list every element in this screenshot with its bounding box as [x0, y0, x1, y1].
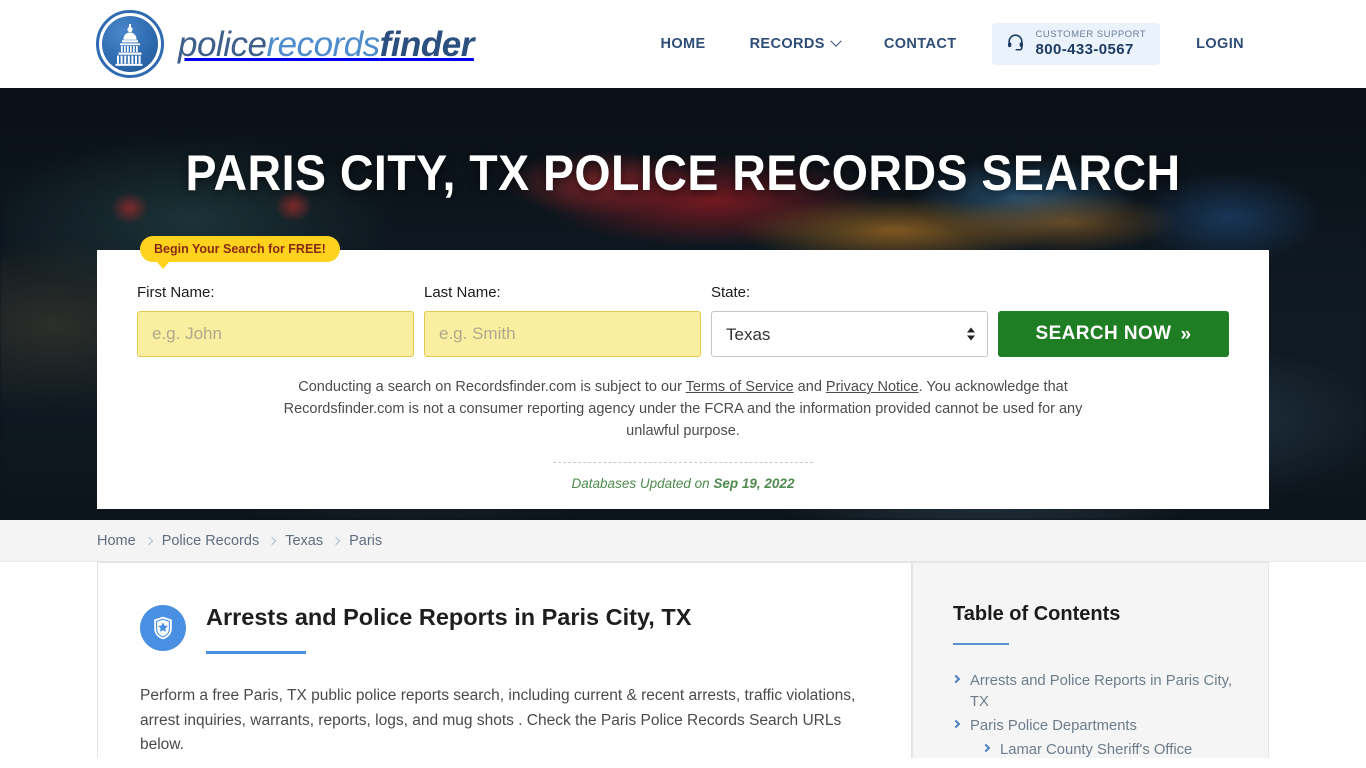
brand-wordmark: policerecordsfinder [178, 27, 474, 62]
toc-item-label: Lamar County Sheriff's Office [1000, 742, 1193, 758]
headset-icon [1006, 32, 1025, 55]
search-now-label: SEARCH NOW [1035, 323, 1172, 344]
capitol-dome-icon [96, 10, 164, 78]
databases-updated-note: Databases Updated on Sep 19, 2022 [137, 476, 1229, 491]
page-title: PARIS CITY, TX POLICE RECORDS SEARCH [185, 145, 1181, 201]
list-item: Lamar County Sheriff's Office [981, 740, 1240, 761]
toc-item-label: Arrests and Police Reports in Paris City… [970, 673, 1233, 710]
search-disclaimer: Conducting a search on Recordsfinder.com… [273, 377, 1093, 442]
nav-item-contact[interactable]: CONTACT [862, 26, 979, 62]
first-name-input[interactable] [137, 311, 414, 357]
first-name-label: First Name: [137, 284, 215, 301]
chevron-right-icon [144, 536, 153, 545]
main-content-card: Arrests and Police Reports in Paris City… [97, 562, 912, 758]
toc-item-label: Paris Police Departments [970, 718, 1137, 734]
terms-of-service-link[interactable]: Terms of Service [686, 379, 794, 395]
updated-date: Sep 19, 2022 [713, 476, 795, 492]
toc-item-lamar-county-sheriffs-office[interactable]: Lamar County Sheriff's Office [981, 740, 1240, 761]
article-intro-paragraph: Perform a free Paris, TX public police r… [140, 687, 856, 754]
first-name-field-group: First Name: [137, 284, 414, 357]
nav-item-login-label: LOGIN [1196, 35, 1244, 52]
brand-word-part2: records [266, 24, 380, 64]
table-of-contents-sidebar: Table of Contents Arrests and Police Rep… [912, 562, 1269, 758]
updated-prefix: Databases Updated on [571, 476, 714, 492]
main-navigation: HOME RECORDS CONTACT CUSTOMER SUPPORT 80… [638, 22, 1266, 66]
toc-underline [953, 643, 1009, 645]
content-area: Arrests and Police Reports in Paris City… [0, 562, 1366, 758]
toc-list: Arrests and Police Reports in Paris City… [951, 671, 1240, 761]
chevron-right-icon [331, 536, 341, 545]
breadcrumb: Home Police Records Texas Paris [97, 533, 382, 549]
title-underline [206, 651, 306, 655]
nav-item-records[interactable]: RECORDS [728, 26, 862, 62]
state-select[interactable]: Texas [711, 311, 988, 357]
nav-item-login[interactable]: LOGIN [1174, 26, 1266, 62]
chevron-right-icon [951, 719, 961, 729]
article-header: Arrests and Police Reports in Paris City… [140, 601, 869, 655]
chevron-right-icon [267, 536, 277, 545]
disclaimer-part-2: and [793, 379, 826, 395]
panel-divider [553, 462, 813, 464]
nav-item-home-label: HOME [660, 35, 706, 52]
brand-word-part1: police [178, 24, 267, 64]
nav-item-contact-label: CONTACT [883, 35, 957, 52]
chevron-down-icon [830, 35, 842, 47]
breadcrumb-item-police-records[interactable]: Police Records [162, 533, 260, 549]
state-label: State: [711, 284, 751, 301]
breadcrumb-bar: Home Police Records Texas Paris [0, 520, 1366, 562]
customer-support-button[interactable]: CUSTOMER SUPPORT 800-433-0567 [992, 22, 1161, 66]
search-panel: Begin Your Search for FREE! First Name: … [97, 236, 1269, 510]
last-name-field-group: Last Name: [424, 284, 701, 357]
toc-item-paris-police-departments[interactable]: Paris Police Departments [951, 716, 1240, 737]
police-badge-icon [140, 605, 186, 651]
list-item: Arrests and Police Reports in Paris City… [951, 671, 1240, 713]
last-name-label: Last Name: [424, 284, 501, 301]
disclaimer-part-1: Conducting a search on Recordsfinder.com… [298, 379, 686, 395]
list-item: Paris Police Departments [951, 716, 1240, 737]
toc-item-arrests-and-police-reports[interactable]: Arrests and Police Reports in Paris City… [951, 671, 1240, 713]
search-form: First Name: Last Name: State: Texas [137, 284, 1229, 357]
nav-item-home[interactable]: HOME [638, 26, 727, 62]
chevron-right-icon [981, 743, 991, 753]
site-header: policerecordsfinder HOME RECORDS CONTACT [0, 0, 1366, 88]
chevron-right-icon [951, 674, 961, 684]
breadcrumb-item-paris: Paris [349, 532, 383, 549]
breadcrumb-item-texas[interactable]: Texas [285, 533, 323, 549]
free-search-badge: Begin Your Search for FREE! [140, 236, 340, 269]
support-label: CUSTOMER SUPPORT [1035, 28, 1147, 40]
hero-section: PARIS CITY, TX POLICE RECORDS SEARCH Beg… [0, 88, 1366, 520]
brand-logo-link[interactable]: policerecordsfinder [96, 10, 474, 78]
last-name-input[interactable] [424, 311, 701, 357]
double-chevron-right-icon: » [1180, 323, 1192, 345]
article-title: Arrests and Police Reports in Paris City… [206, 604, 692, 630]
privacy-notice-link[interactable]: Privacy Notice [826, 379, 919, 395]
nav-item-records-label: RECORDS [749, 35, 825, 52]
support-phone-number: 800-433-0567 [1035, 40, 1134, 58]
breadcrumb-item-home[interactable]: Home [97, 533, 136, 549]
state-field-group: State: Texas [711, 284, 988, 357]
brand-word-part3: finder [379, 24, 475, 64]
toc-title: Table of Contents [953, 603, 1121, 625]
search-now-button[interactable]: SEARCH NOW » [998, 311, 1229, 357]
